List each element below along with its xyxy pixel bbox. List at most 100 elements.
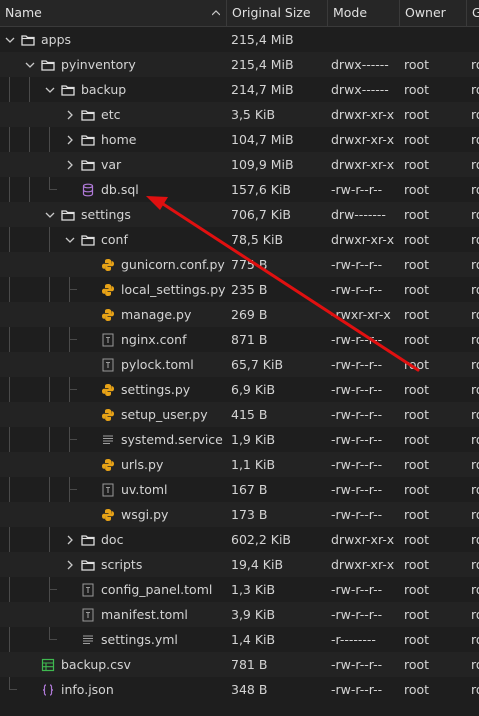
file-mode: -rw-r--r-- (331, 582, 383, 597)
file-mode: drwxr-xr-x (331, 157, 395, 172)
file-group (471, 27, 479, 52)
tree-row-manifest-toml[interactable]: manifest.toml 3,9 KiB -rw-r--r-- root ro (0, 602, 479, 627)
file-size: 871 B (231, 332, 268, 347)
column-header-name-label: Name (5, 5, 42, 20)
tree-row-etc[interactable]: etc 3,5 KiB drwxr-xr-x root ro (0, 102, 479, 127)
file-name: pyinventory (61, 57, 136, 72)
chevron-down-icon[interactable] (44, 209, 56, 221)
python-file-icon (101, 308, 115, 322)
file-group: ro (471, 457, 479, 472)
file-mode: -rw-r--r-- (331, 432, 383, 447)
chevron-right-icon[interactable] (64, 159, 76, 171)
tree-row-apps[interactable]: apps 215,4 MiB (0, 27, 479, 52)
column-header-group[interactable]: G (467, 0, 479, 26)
file-name: urls.py (121, 457, 164, 472)
file-mode: -rw-r--r-- (331, 507, 383, 522)
tree-row-settings[interactable]: settings 706,7 KiB drw------- root ro (0, 202, 479, 227)
file-mode: drwxr-xr-x (331, 557, 395, 572)
tree-row-setup-user-py[interactable]: setup_user.py 415 B -rw-r--r-- root ro (0, 402, 479, 427)
file-name: gunicorn.conf.py (121, 257, 225, 272)
file-mode: -r-------- (331, 632, 376, 647)
folder-icon (81, 158, 95, 172)
chevron-down-icon[interactable] (44, 84, 56, 96)
chevron-right-icon[interactable] (64, 559, 76, 571)
folder-icon (61, 83, 75, 97)
tree-row-conf[interactable]: conf 78,5 KiB drwxr-xr-x root ro (0, 227, 479, 252)
tree-row-config-panel-toml[interactable]: config_panel.toml 1,3 KiB -rw-r--r-- root ro (0, 577, 479, 602)
file-name: etc (101, 107, 121, 122)
tree-row-wsgi-py[interactable]: wsgi.py 173 B -rw-r--r-- root ro (0, 502, 479, 527)
tree-row-settings-yml[interactable]: settings.yml 1,4 KiB -r-------- root ro (0, 627, 479, 652)
file-owner: root (404, 332, 430, 347)
file-name: manage.py (121, 307, 192, 322)
file-group: ro (471, 232, 479, 247)
file-mode (331, 27, 401, 52)
name-cell: config_panel.toml (64, 577, 212, 602)
tree-row-var[interactable]: var 109,9 MiB drwxr-xr-x root ro (0, 152, 479, 177)
file-group: ro (471, 57, 479, 72)
folder-icon (81, 108, 95, 122)
chevron-right-icon[interactable] (64, 534, 76, 546)
tree-row-uv-toml[interactable]: uv.toml 167 B -rw-r--r-- root ro (0, 477, 479, 502)
tree-row-db-sql[interactable]: db.sql 157,6 KiB -rw-r--r-- root ro (0, 177, 479, 202)
tree-row-backup-csv[interactable]: backup.csv 781 B -rw-r--r-- root ro (0, 652, 479, 677)
tree-row-manage-py[interactable]: manage.py 269 B -rwxr-xr-x root ro (0, 302, 479, 327)
tree-row-doc[interactable]: doc 602,2 KiB drwxr-xr-x root ro (0, 527, 479, 552)
column-header-size[interactable]: Original Size (227, 0, 328, 26)
chevron-right-icon[interactable] (64, 109, 76, 121)
tree-row-settings-py[interactable]: settings.py 6,9 KiB -rw-r--r-- root ro (0, 377, 479, 402)
column-header-mode[interactable]: Mode (328, 0, 400, 26)
tree-row-systemd-service[interactable]: systemd.service 1,9 KiB -rw-r--r-- root ro (0, 427, 479, 452)
file-name: conf (101, 232, 128, 247)
chevron-down-icon[interactable] (24, 59, 36, 71)
column-header-owner[interactable]: Owner (400, 0, 467, 26)
file-size: 775 B (231, 257, 268, 272)
name-cell: wsgi.py (84, 502, 168, 527)
tree-row-home[interactable]: home 104,7 MiB drwxr-xr-x root ro (0, 127, 479, 152)
file-mode: drwxr-xr-x (331, 232, 395, 247)
file-owner: root (404, 482, 430, 497)
tree-row-urls-py[interactable]: urls.py 1,1 KiB -rw-r--r-- root ro (0, 452, 479, 477)
chevron-right-icon[interactable] (64, 134, 76, 146)
tree-row-gunicorn-conf-py[interactable]: gunicorn.conf.py 775 B -rw-r--r-- root ro (0, 252, 479, 277)
file-owner: root (404, 357, 430, 372)
file-name: scripts (101, 557, 143, 572)
file-size: 167 B (231, 482, 268, 497)
json-braces-icon (41, 683, 55, 697)
tree-row-info-json[interactable]: info.json 348 B -rw-r--r-- root ro (0, 677, 479, 702)
file-owner: root (404, 307, 430, 322)
chevron-down-icon[interactable] (4, 34, 16, 46)
file-size: 415 B (231, 407, 268, 422)
column-header-name[interactable]: Name (0, 0, 227, 26)
file-mode: -rw-r--r-- (331, 407, 383, 422)
file-mode: -rw-r--r-- (331, 182, 383, 197)
file-owner: root (404, 407, 430, 422)
file-name: local_settings.py (121, 282, 226, 297)
file-size: 65,7 KiB (231, 357, 284, 372)
tree-row-nginx-conf[interactable]: nginx.conf 871 B -rw-r--r-- root ro (0, 327, 479, 352)
file-group: ro (471, 682, 479, 697)
file-size: 348 B (231, 682, 268, 697)
file-size: 215,4 MiB (231, 57, 294, 72)
tree-row-pyinventory[interactable]: pyinventory 215,4 MiB drwx------ root ro (0, 52, 479, 77)
python-file-icon (101, 408, 115, 422)
file-owner: root (404, 507, 430, 522)
tree-row-backup[interactable]: backup 214,7 MiB drwx------ root ro (0, 77, 479, 102)
name-cell: var (64, 152, 121, 177)
tree-row-pylock-toml[interactable]: pylock.toml 65,7 KiB -rw-r--r-- root ro (0, 352, 479, 377)
file-name: backup.csv (61, 657, 131, 672)
text-file-icon (101, 333, 115, 347)
file-size: 781 B (231, 657, 268, 672)
tree-row-scripts[interactable]: scripts 19,4 KiB drwxr-xr-x root ro (0, 552, 479, 577)
file-group: ro (471, 607, 479, 622)
config-file-icon (81, 633, 95, 647)
file-mode: -rw-r--r-- (331, 382, 383, 397)
tree-row-local-settings-py[interactable]: local_settings.py 235 B -rw-r--r-- root ro (0, 277, 479, 302)
column-header-size-label: Original Size (232, 5, 311, 20)
chevron-down-icon[interactable] (64, 234, 76, 246)
